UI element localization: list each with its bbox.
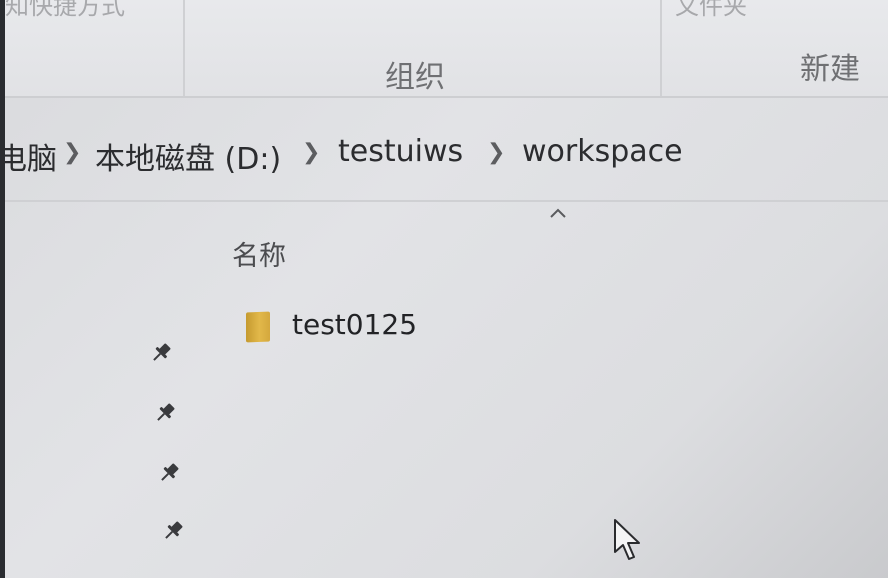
file-explorer-window: 知快捷方式 文件夹 组织 新建 电脑 ❯ 本地磁盘 (D:) ❯ testuiw… [0, 0, 888, 578]
breadcrumb[interactable]: 电脑 ❯ 本地磁盘 (D:) ❯ testuiws ❯ workspace [0, 120, 888, 198]
breadcrumb-drive[interactable]: 本地磁盘 (D:) [95, 134, 281, 178]
chevron-up-icon [550, 208, 566, 218]
ribbon-partial-label-left[interactable]: 知快捷方式 [5, 0, 125, 21]
ribbon-group-new: 新建 [800, 52, 860, 87]
column-header-name[interactable]: 名称 [232, 234, 286, 273]
ribbon-divider-line [5, 96, 888, 98]
list-item[interactable]: test0125 [240, 304, 620, 350]
pin-icon[interactable] [148, 340, 174, 366]
ribbon-group-organize: 组织 [385, 60, 445, 95]
mouse-cursor-icon [614, 519, 640, 560]
chevron-right-icon[interactable]: ❯ [487, 140, 505, 165]
pin-icon[interactable] [160, 518, 186, 544]
chevron-right-icon[interactable]: ❯ [63, 140, 81, 165]
ribbon-divider [183, 0, 185, 96]
chevron-right-icon[interactable]: ❯ [302, 140, 320, 165]
pin-icon[interactable] [156, 460, 182, 486]
ribbon: 知快捷方式 文件夹 组织 新建 [5, 0, 888, 96]
breadcrumb-this-pc[interactable]: 电脑 [0, 134, 57, 178]
file-name[interactable]: test0125 [292, 308, 417, 341]
ribbon-divider [660, 0, 662, 96]
breadcrumb-workspace[interactable]: workspace [522, 134, 683, 169]
ribbon-partial-label-right[interactable]: 文件夹 [675, 0, 747, 21]
address-divider-line [5, 200, 888, 202]
breadcrumb-testuiws[interactable]: testuiws [338, 134, 463, 169]
folder-icon [246, 311, 270, 343]
pin-icon[interactable] [152, 400, 178, 426]
